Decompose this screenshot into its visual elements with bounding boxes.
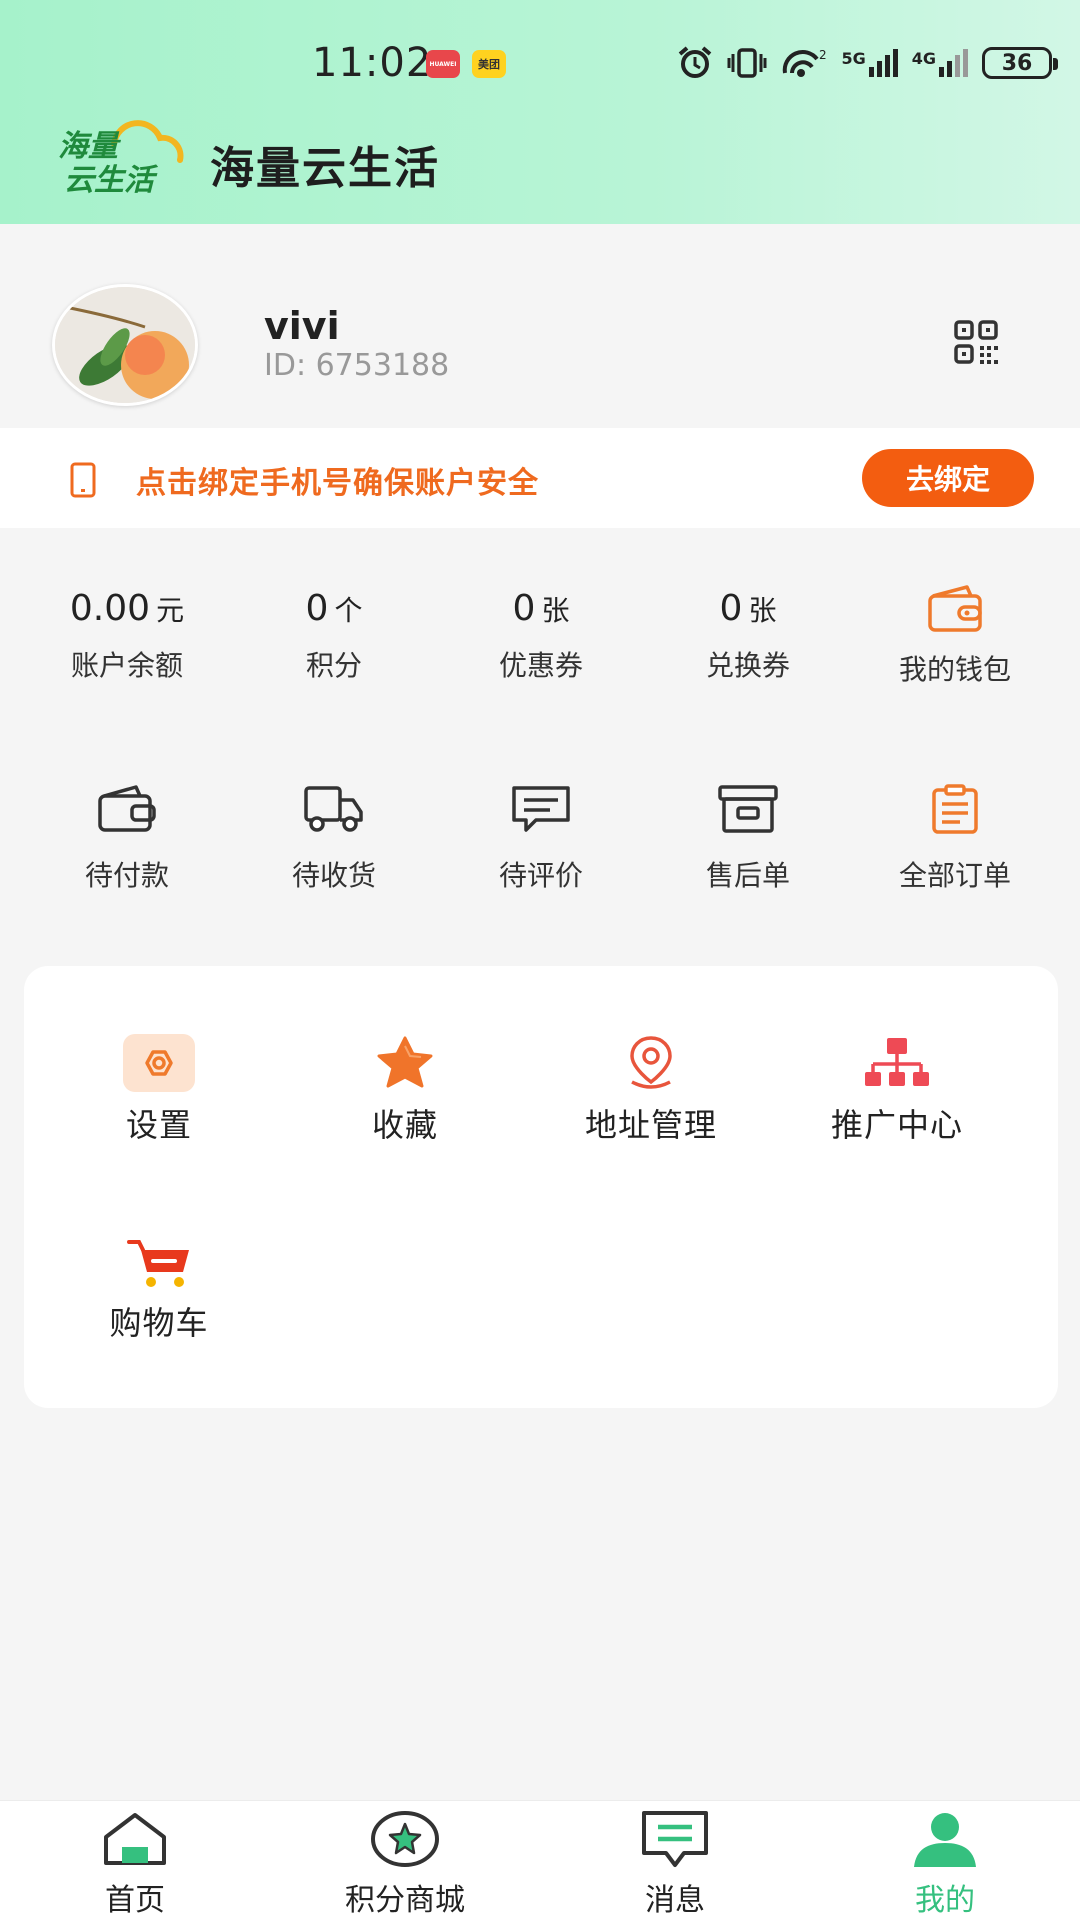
tool-address[interactable]: 地址管理 bbox=[528, 1034, 774, 1146]
brand-logo-icon: 海量 云生活 bbox=[58, 120, 184, 198]
wallet-outline-icon bbox=[98, 785, 156, 832]
stat-points[interactable]: 0个 积分 bbox=[231, 578, 437, 684]
stat-vouchers-label: 兑换券 bbox=[705, 649, 790, 682]
phone-icon bbox=[70, 462, 96, 498]
home-icon bbox=[104, 1813, 166, 1865]
stat-coupons-unit: 张 bbox=[541, 594, 570, 627]
tool-favorites-label: 收藏 bbox=[371, 1106, 438, 1144]
status-bar: 11:02 HUAWEI 美团 2 5G 4G 36 bbox=[0, 40, 1080, 90]
vibrate-icon bbox=[727, 48, 767, 78]
order-pending-review-label: 待评价 bbox=[498, 859, 583, 892]
stat-coupons-label: 优惠券 bbox=[498, 649, 583, 682]
avatar-peach-image bbox=[55, 287, 195, 403]
stat-vouchers-value: 0 bbox=[719, 588, 743, 629]
tab-messages-label: 消息 bbox=[645, 1883, 705, 1918]
order-pending-payment[interactable]: 待付款 bbox=[24, 784, 230, 894]
tab-home-label: 首页 bbox=[105, 1883, 165, 1918]
user-id: ID: 6753188 bbox=[264, 348, 450, 383]
username: vivi bbox=[264, 304, 340, 348]
hotspot-icon: 2 bbox=[783, 48, 827, 77]
huawei-app-icon: HUAWEI bbox=[426, 50, 460, 78]
settings-icon bbox=[123, 1034, 195, 1092]
tool-settings[interactable]: 设置 bbox=[36, 1034, 282, 1146]
wallet-icon bbox=[928, 585, 982, 632]
network-4g-label: 4G bbox=[911, 49, 936, 68]
signal-4g: 4G bbox=[912, 49, 968, 77]
meituan-app-icon: 美团 bbox=[472, 50, 506, 78]
message-icon bbox=[642, 1811, 708, 1867]
status-time: 11:02 bbox=[312, 40, 433, 86]
order-all[interactable]: 全部订单 bbox=[852, 784, 1058, 894]
status-icons: 2 5G 4G 36 bbox=[677, 46, 1058, 80]
stat-coupons[interactable]: 0张 优惠券 bbox=[438, 578, 644, 684]
stat-balance-value: 0.00 bbox=[69, 588, 151, 629]
order-pending-review[interactable]: 待评价 bbox=[438, 784, 644, 894]
tab-points-mall-label: 积分商城 bbox=[345, 1883, 465, 1918]
battery-indicator: 36 bbox=[982, 47, 1058, 79]
user-icon bbox=[914, 1813, 976, 1867]
order-after-sales[interactable]: 售后单 bbox=[645, 784, 851, 894]
tools-card: 设置 收藏 地址管理 推广中心 购物车 bbox=[24, 966, 1058, 1408]
stat-coupons-value: 0 bbox=[512, 588, 536, 629]
my-wallet-label: 我的钱包 bbox=[898, 653, 1011, 686]
star-icon bbox=[377, 1036, 433, 1088]
alarm-icon bbox=[679, 46, 712, 78]
stat-balance[interactable]: 0.00 元 账户余额 bbox=[24, 578, 230, 684]
brand-name: 海量云生活 bbox=[210, 143, 440, 194]
tab-points-mall[interactable]: 积分商城 bbox=[270, 1809, 540, 1919]
shopping-cart-icon bbox=[127, 1240, 189, 1287]
order-shortcuts: 待付款 待收货 待评价 售后单 全部订单 bbox=[0, 784, 1080, 914]
tab-home[interactable]: 首页 bbox=[0, 1809, 270, 1919]
tool-cart-label: 购物车 bbox=[109, 1304, 209, 1342]
comment-icon bbox=[512, 786, 570, 832]
tool-cart[interactable]: 购物车 bbox=[36, 1236, 282, 1344]
tab-mine[interactable]: 我的 bbox=[810, 1809, 1080, 1919]
tool-address-label: 地址管理 bbox=[584, 1106, 717, 1144]
my-wallet-button[interactable]: 我的钱包 bbox=[852, 578, 1058, 688]
order-after-sales-label: 售后单 bbox=[705, 859, 790, 892]
stat-points-value: 0 bbox=[305, 588, 329, 629]
tool-promotion-label: 推广中心 bbox=[830, 1106, 963, 1144]
order-pending-receipt-label: 待收货 bbox=[291, 859, 376, 892]
stat-points-label: 积分 bbox=[305, 649, 362, 682]
tool-settings-label: 设置 bbox=[125, 1106, 192, 1144]
signal-5g: 5G bbox=[841, 49, 898, 77]
org-chart-icon bbox=[865, 1038, 929, 1086]
network-5g-label: 5G bbox=[841, 49, 866, 68]
order-pending-payment-label: 待付款 bbox=[84, 859, 169, 892]
bind-phone-button[interactable]: 去绑定 bbox=[862, 449, 1034, 507]
tool-promotion[interactable]: 推广中心 bbox=[774, 1034, 1020, 1146]
brand-logo-text-bottom: 云生活 bbox=[64, 163, 159, 198]
truck-icon bbox=[304, 786, 363, 832]
avatar[interactable] bbox=[52, 284, 198, 406]
points-star-icon bbox=[371, 1811, 439, 1867]
tab-messages[interactable]: 消息 bbox=[540, 1809, 810, 1919]
archive-box-icon bbox=[718, 785, 778, 833]
account-stats: 0.00 元 账户余额 0个 积分 0张 优惠券 0张 兑换券 我的钱包 bbox=[0, 578, 1080, 728]
svg-text:2: 2 bbox=[819, 48, 827, 62]
stat-vouchers[interactable]: 0张 兑换券 bbox=[645, 578, 851, 684]
profile-section: vivi ID: 6753188 bbox=[0, 224, 1080, 428]
bind-phone-message[interactable]: 点击绑定手机号确保账户安全 bbox=[136, 458, 539, 502]
app-header: 11:02 HUAWEI 美团 2 5G 4G 36 海量 云生活 海量云生活 bbox=[0, 0, 1080, 224]
stat-balance-label: 账户余额 bbox=[70, 649, 183, 682]
order-pending-receipt[interactable]: 待收货 bbox=[231, 784, 437, 894]
location-pin-icon bbox=[630, 1036, 672, 1089]
brand-logo-text-top: 海量 bbox=[58, 129, 122, 164]
stat-vouchers-unit: 张 bbox=[748, 594, 777, 627]
bind-phone-bar: 点击绑定手机号确保账户安全 去绑定 bbox=[0, 428, 1080, 528]
tool-favorites[interactable]: 收藏 bbox=[282, 1034, 528, 1146]
stat-points-unit: 个 bbox=[334, 594, 363, 627]
bottom-tab-bar: 首页 积分商城 消息 我的 bbox=[0, 1800, 1080, 1920]
clipboard-icon bbox=[932, 784, 978, 834]
qr-code-icon[interactable] bbox=[954, 320, 1000, 366]
tab-mine-label: 我的 bbox=[915, 1883, 975, 1918]
stat-balance-unit: 元 bbox=[156, 594, 185, 627]
order-all-label: 全部订单 bbox=[898, 859, 1011, 892]
